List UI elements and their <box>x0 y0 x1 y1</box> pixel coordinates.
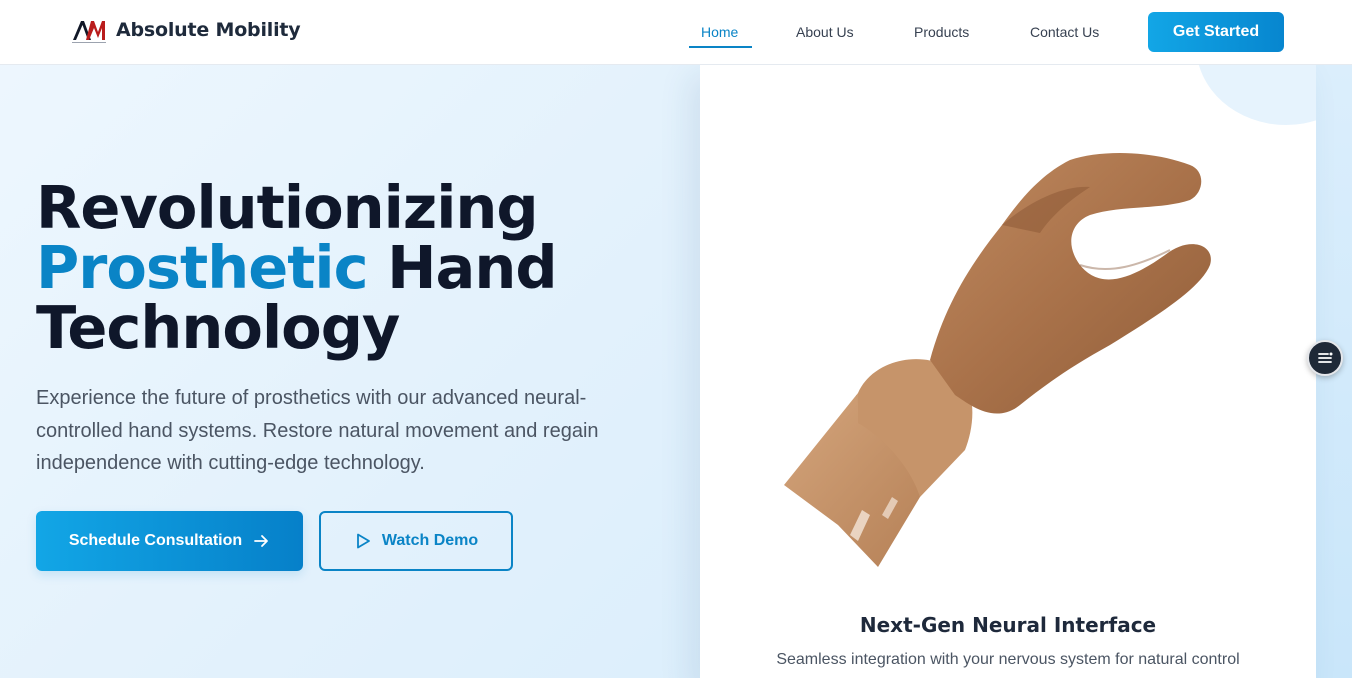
nav-active-indicator <box>689 46 752 48</box>
nav-about-us[interactable]: About Us <box>796 24 854 40</box>
floating-menu-button[interactable] <box>1307 340 1343 376</box>
play-icon <box>356 533 370 549</box>
card-subtitle: Seamless integration with your nervous s… <box>776 651 1240 668</box>
hero-title-line2: Hand <box>367 233 557 302</box>
hero-description: Experience the future of prosthetics wit… <box>36 387 599 474</box>
get-started-button[interactable]: Get Started <box>1148 12 1284 52</box>
navbar: Absolute Mobility Home About Us Products… <box>0 0 1352 65</box>
watch-demo-label: Watch Demo <box>381 532 479 549</box>
menu-icon <box>1318 352 1333 363</box>
prosthetic-hand-image <box>784 153 1211 567</box>
schedule-consultation-label: Schedule Consultation <box>68 532 243 549</box>
brand-logo-icon[interactable] <box>72 18 106 44</box>
nav-products[interactable]: Products <box>914 24 969 40</box>
card-title: Next-Gen Neural Interface <box>859 613 1157 637</box>
brand-name[interactable]: Absolute Mobility <box>116 19 301 41</box>
hero-title-line1: Revolutionizing <box>36 173 539 242</box>
feature-card: Next-Gen Neural Interface Seamless integ… <box>700 65 1316 678</box>
arrow-right-icon <box>254 535 269 547</box>
watch-demo-button[interactable]: Watch Demo <box>319 511 513 571</box>
schedule-consultation-button[interactable]: Schedule Consultation <box>36 511 303 571</box>
hero-title-line3: Technology <box>36 293 400 362</box>
nav-home[interactable]: Home <box>701 24 738 40</box>
hero-title-accent: Prosthetic <box>36 233 369 302</box>
hero-title: Revolutionizing Prosthetic Hand Technolo… <box>36 178 676 358</box>
nav-contact-us[interactable]: Contact Us <box>1030 24 1099 40</box>
